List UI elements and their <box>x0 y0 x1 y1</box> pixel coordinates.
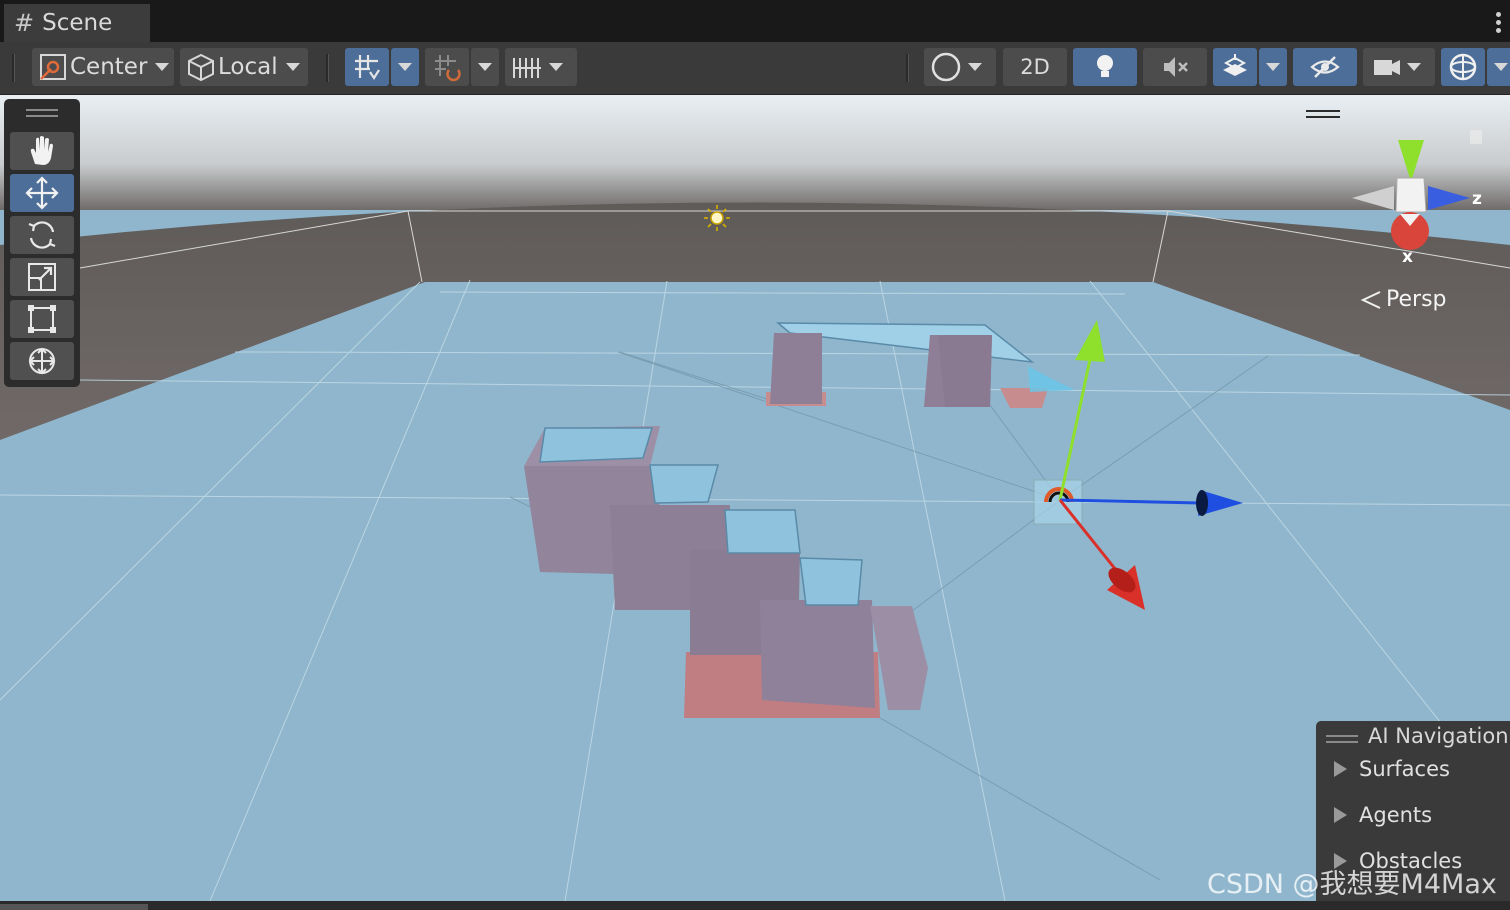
eye-hidden-icon <box>1310 56 1340 78</box>
tools-overlay <box>4 99 80 387</box>
tab-scene-label: Scene <box>42 10 113 36</box>
grid-snap-toggle[interactable] <box>345 48 389 86</box>
perspective-icon <box>1360 290 1381 309</box>
draw-mode-dropdown[interactable] <box>924 48 996 86</box>
increment-snap-icon <box>435 55 461 82</box>
pivot-center-icon <box>40 54 66 80</box>
gizmos-toggle[interactable] <box>1441 48 1485 86</box>
chevron-down-icon <box>968 63 982 71</box>
transform-icon <box>28 347 56 375</box>
gizmo-sphere-icon <box>1449 53 1477 81</box>
scene-grid-icon: # <box>14 9 35 37</box>
chevron-down-icon <box>478 63 492 71</box>
scene-lighting-toggle[interactable] <box>1073 48 1137 86</box>
skybox <box>0 95 1510 210</box>
increment-snap-toggle[interactable] <box>425 48 469 86</box>
overlay-drag-handle[interactable] <box>1326 735 1358 743</box>
projection-toggle[interactable]: Persp <box>1360 287 1447 312</box>
shaded-sphere-icon <box>931 52 961 82</box>
transform-tool-button[interactable] <box>10 342 74 380</box>
tab-scene[interactable]: # Scene <box>4 4 150 42</box>
chevron-down-icon <box>285 63 300 71</box>
scene-render[interactable] <box>0 95 1510 901</box>
lightbulb-icon <box>1097 55 1113 77</box>
scene-viewport[interactable]: z x <box>0 95 1510 901</box>
chevron-down-icon <box>1494 63 1508 71</box>
tab-menu-icon[interactable] <box>1496 12 1502 36</box>
overlay-item-label: Surfaces <box>1359 757 1450 781</box>
camera-icon <box>1374 60 1400 75</box>
speaker-muted-icon <box>1164 57 1188 77</box>
overlay-item-surfaces[interactable]: Surfaces <box>1334 757 1450 781</box>
chevron-down-icon <box>1407 63 1421 71</box>
projection-label: Persp <box>1386 287 1447 312</box>
gizmo-x-label: x <box>1402 247 1413 267</box>
rect-tool-button[interactable] <box>10 300 74 338</box>
chevron-down-icon <box>155 63 170 71</box>
hand-icon <box>30 136 53 165</box>
rotate-tool-button[interactable] <box>10 216 74 254</box>
toolbar-grip <box>326 54 329 82</box>
mode-2d-toggle[interactable]: 2D <box>1003 48 1067 86</box>
tools-drag-handle[interactable] <box>26 109 58 117</box>
expand-arrow-icon <box>1334 761 1347 777</box>
grid-snap-icon <box>355 55 380 81</box>
scene-camera-dropdown[interactable] <box>1363 48 1435 86</box>
toolbar-grip <box>12 54 15 82</box>
chevron-down-icon <box>549 63 563 71</box>
window-tab-bar: # Scene <box>0 0 1510 42</box>
scale-icon <box>28 263 56 291</box>
grid-snap-menu[interactable] <box>391 48 419 86</box>
overlay-title: AI Navigation <box>1368 724 1509 748</box>
move-arrows-icon <box>25 176 59 210</box>
bottom-scrollbar[interactable] <box>0 901 1510 910</box>
effects-layers-icon <box>1223 54 1247 76</box>
mode-2d-label: 2D <box>1020 55 1050 79</box>
snap-ruler-icon <box>513 58 541 78</box>
rect-transform-icon <box>28 305 56 333</box>
expand-arrow-icon <box>1334 807 1347 823</box>
snap-settings-dropdown[interactable] <box>505 48 577 86</box>
overlay-item-label: Agents <box>1359 803 1433 827</box>
pivot-mode-label: Center <box>70 54 148 80</box>
scene-visibility-toggle[interactable] <box>1293 48 1357 86</box>
scrollbar-thumb[interactable] <box>0 904 148 910</box>
gizmo-drag-handle[interactable] <box>1306 110 1340 118</box>
scene-toolbar: Center Local 2D <box>0 42 1510 95</box>
gizmo-z-label: z <box>1472 189 1482 209</box>
pivot-mode-dropdown[interactable]: Center <box>32 48 174 86</box>
local-space-cube-icon <box>188 53 214 82</box>
hand-tool-button[interactable] <box>10 132 74 170</box>
pivot-rotation-dropdown[interactable]: Local <box>180 48 308 86</box>
scene-effects-toggle[interactable] <box>1213 48 1257 86</box>
chevron-down-icon <box>1266 63 1280 71</box>
pivot-rotation-label: Local <box>218 54 278 80</box>
rotate-icon <box>28 221 56 249</box>
scene-audio-toggle[interactable] <box>1143 48 1207 86</box>
chevron-down-icon <box>398 63 412 71</box>
move-tool-button[interactable] <box>10 174 74 212</box>
watermark-text: CSDN @我想要M4Max <box>1207 869 1497 900</box>
scene-effects-menu[interactable] <box>1259 48 1287 86</box>
toolbar-grip <box>906 54 909 82</box>
increment-snap-menu[interactable] <box>471 48 499 86</box>
overlay-item-agents[interactable]: Agents <box>1334 803 1432 827</box>
scale-tool-button[interactable] <box>10 258 74 296</box>
gizmos-menu[interactable] <box>1487 48 1510 86</box>
